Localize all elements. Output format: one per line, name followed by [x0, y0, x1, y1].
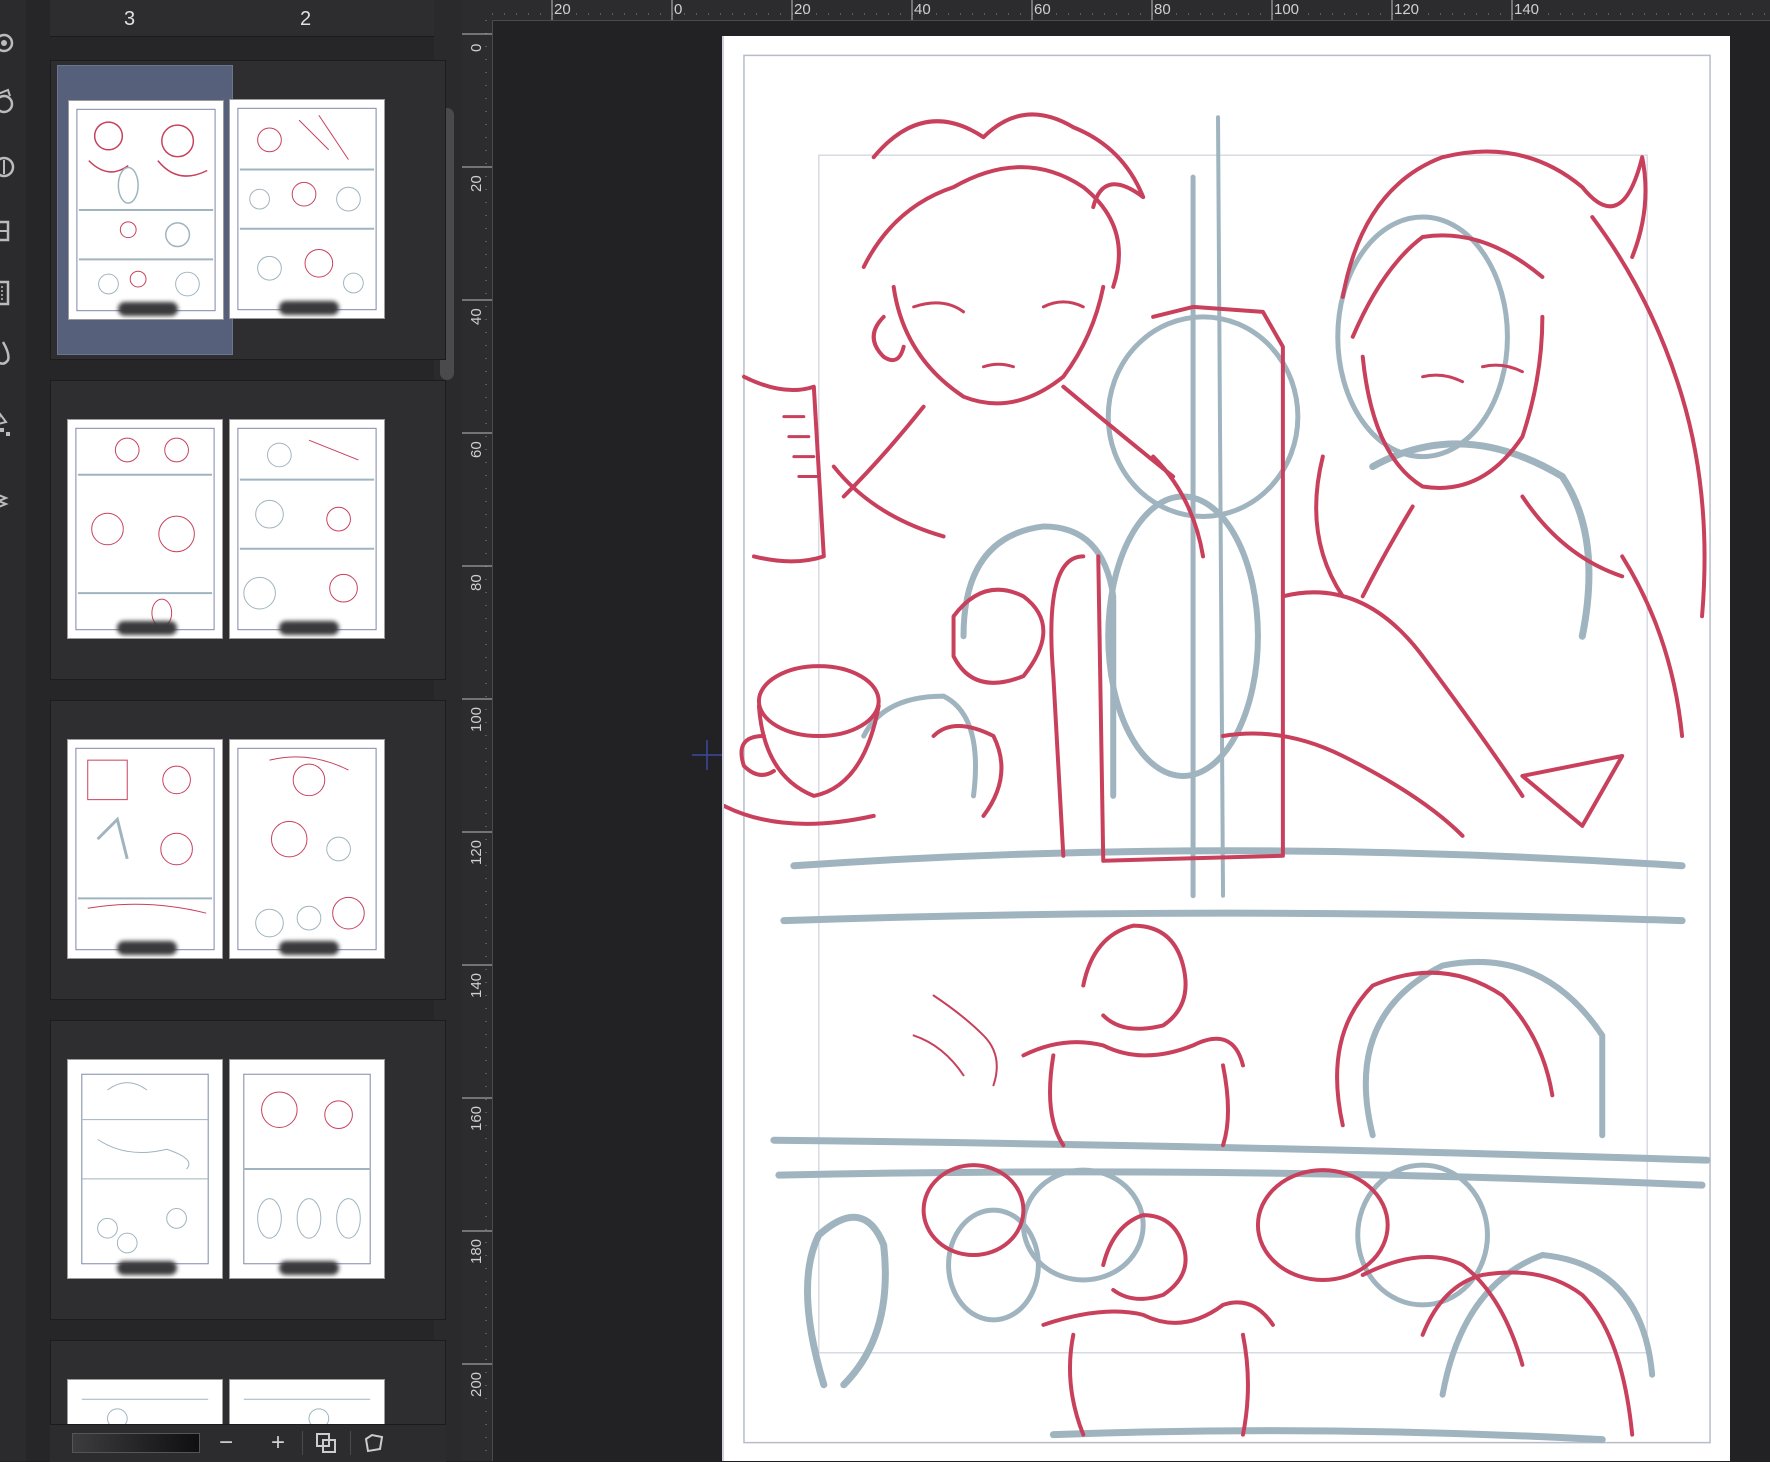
ruler-label: 40	[468, 308, 485, 325]
toolbar-divider	[302, 1431, 303, 1455]
ruler-label: 60	[1034, 1, 1051, 18]
manga-page-canvas[interactable]	[722, 36, 1730, 1461]
page-thumbnail-selected[interactable]	[57, 65, 233, 355]
page-number-label	[117, 1261, 177, 1275]
page-thumb-image	[67, 419, 223, 639]
ruler-corner	[462, 0, 492, 20]
thumbnail-size-slider[interactable]	[72, 1433, 200, 1453]
zoom-in-button[interactable]: +	[264, 1429, 292, 1457]
canvas-area[interactable]: 20 0 20 40 60 80 100 120 140 0 20 40 60 …	[462, 0, 1770, 1461]
ruler-label: 0	[674, 1, 683, 18]
material-icon[interactable]	[0, 408, 24, 442]
ruler-label: 40	[914, 1, 931, 18]
page-number-label	[279, 621, 339, 635]
ruler-label: 100	[1274, 1, 1300, 18]
ruler-label: 140	[468, 972, 485, 998]
page-thumbnail[interactable]	[57, 381, 233, 671]
page-thumbnail[interactable]	[219, 1021, 395, 1311]
settings-icon[interactable]	[0, 26, 24, 60]
horizontal-ruler: 20 0 20 40 60 80 100 120 140	[492, 0, 1770, 21]
vertical-ruler: 0 20 40 60 80 100 120 140 160 180 200	[462, 20, 493, 1461]
ruler-label: 20	[468, 175, 485, 192]
ruler-label: 20	[554, 1, 571, 18]
page-thumbnail[interactable]	[57, 1341, 233, 1431]
sketch-drawing	[724, 54, 1711, 1444]
timeline-icon[interactable]	[0, 276, 24, 310]
spread-5	[50, 1340, 446, 1431]
ruler-label: 20	[794, 1, 811, 18]
ruler-label: 140	[1514, 1, 1540, 18]
page-thumbnail[interactable]	[219, 1341, 395, 1431]
page-thumb-image	[229, 739, 385, 959]
ruler-label: 80	[1154, 1, 1171, 18]
page-thumb-image	[229, 419, 385, 639]
page-thumb-image	[229, 1059, 385, 1279]
ruler-label: 160	[468, 1105, 485, 1131]
stack-icon[interactable]	[0, 484, 24, 518]
page-thumbnail[interactable]	[219, 701, 395, 991]
page-thumbnail[interactable]	[219, 65, 395, 355]
page-number-label	[118, 302, 178, 316]
page-manager-panel: 3 2 − +	[26, 0, 462, 1462]
page-thumbnail[interactable]	[57, 1021, 233, 1311]
page-thumbnail[interactable]	[219, 381, 395, 671]
ruler-label: 120	[1394, 1, 1420, 18]
page-number-label	[279, 301, 339, 315]
page-number-label	[117, 941, 177, 955]
column-label-left: 3	[124, 8, 136, 30]
crosshair-marker	[692, 740, 722, 770]
spread-1	[50, 60, 446, 360]
spread-4	[50, 1020, 446, 1320]
ruler-label: 120	[468, 839, 485, 865]
ruler-label: 180	[468, 1238, 485, 1264]
ruler-label: 200	[468, 1371, 485, 1397]
page-thumb-image	[68, 100, 224, 320]
ruler-label: 60	[468, 441, 485, 458]
fit-icon	[316, 1433, 336, 1453]
toolbar-divider	[350, 1431, 351, 1455]
layer-icon[interactable]	[0, 84, 24, 118]
page-number-label	[117, 621, 177, 635]
ruler-label: 80	[468, 574, 485, 591]
ruler-label: 0	[468, 43, 485, 52]
fit-button[interactable]	[312, 1429, 340, 1457]
page-number-label	[279, 941, 339, 955]
page-thumb-image	[67, 1059, 223, 1279]
page-number-label	[279, 1261, 339, 1275]
page-thumb-image	[229, 99, 385, 319]
zoom-out-button[interactable]: −	[212, 1429, 240, 1457]
page-thumbnail[interactable]	[57, 701, 233, 991]
spread-3	[50, 700, 446, 1000]
ruler-label: 100	[468, 706, 485, 732]
drop-icon[interactable]	[0, 336, 24, 370]
page-thumb-image	[67, 739, 223, 959]
rotate-button[interactable]	[360, 1429, 388, 1457]
rotate-icon	[364, 1433, 384, 1453]
panel-icon[interactable]	[0, 214, 24, 248]
page-manager-toolbar: − +	[50, 1424, 446, 1462]
color-wheel-icon[interactable]	[0, 150, 24, 184]
column-header: 3 2	[50, 0, 446, 37]
column-label-right: 2	[300, 8, 312, 30]
spread-2	[50, 380, 446, 680]
tool-strip	[0, 0, 27, 1461]
